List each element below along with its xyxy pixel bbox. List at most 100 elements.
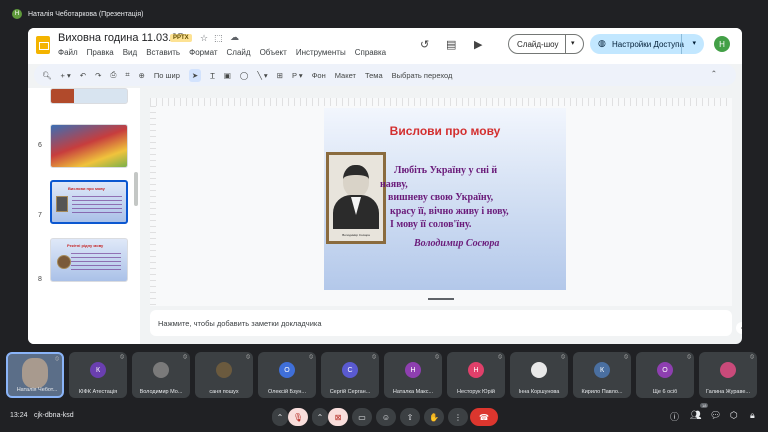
slide-thumb-7[interactable]: Вислови про мову <box>50 180 128 224</box>
select-tool-icon[interactable]: ➤ <box>188 68 202 82</box>
more-options-button[interactable]: ⋮ <box>448 408 468 426</box>
comments-icon[interactable]: ▤ <box>446 38 456 51</box>
theme-button[interactable]: Тема <box>365 71 383 80</box>
paint-icon[interactable]: P ▾ <box>292 71 303 80</box>
camera-off-button[interactable]: ⊠ <box>328 408 348 426</box>
meeting-code: cjk-dbna-ksd <box>34 412 74 419</box>
side-panel-toggle-icon[interactable]: ‹ <box>736 322 742 334</box>
participant-avatar: С <box>342 362 358 378</box>
slideshow-button[interactable]: Слайд-шоу ▾ <box>508 34 584 54</box>
participant-tile[interactable]: ⦸ Володимир Мо... <box>132 352 190 398</box>
share-button[interactable]: ◍ Настройки Доступа ▾ <box>590 34 704 54</box>
menu-slide[interactable]: Слайд <box>227 48 251 57</box>
people-icon[interactable]: 👥︎ <box>690 410 701 421</box>
participant-tile[interactable]: ⦸ Інна Коршунова <box>510 352 568 398</box>
shape-icon[interactable]: ◯ <box>240 71 248 80</box>
participant-name: Сергій Серган... <box>329 389 371 395</box>
cloud-status-icon[interactable]: ☁ <box>230 32 239 43</box>
chevron-down-icon[interactable]: ▾ <box>571 39 575 47</box>
slide-thumb-5[interactable] <box>50 88 128 104</box>
menu-view[interactable]: Вид <box>123 48 137 57</box>
participant-name: Несторук Юрій <box>457 389 495 395</box>
mic-muted-button[interactable]: 🎙︎ <box>288 408 308 426</box>
horizontal-ruler <box>150 98 732 106</box>
participant-tile[interactable]: ⦸ Наталія Чебот... <box>6 352 64 398</box>
search-menus-icon[interactable]: 🔍︎ <box>42 71 52 80</box>
poem-text[interactable]: Любіть Україну у сні й наяву, вишневу св… <box>380 164 564 232</box>
zoom-select[interactable]: По шир <box>154 71 180 80</box>
poem-line: наяву, <box>380 178 408 190</box>
slide-thumb-6[interactable] <box>50 124 128 168</box>
paint-format-icon[interactable]: ⌗ <box>125 70 129 80</box>
share-label: Настройки Доступа <box>612 39 684 49</box>
participant-name: Кирило Павло... <box>581 389 623 395</box>
vertical-ruler <box>150 106 156 306</box>
poem-author[interactable]: Володимир Сосюра <box>414 238 499 249</box>
mic-options-icon[interactable]: ⌃ <box>272 408 288 426</box>
participant-tile[interactable]: О ⦸ Олексій Бзун... <box>258 352 316 398</box>
mic-muted-icon: ⦸ <box>372 354 376 360</box>
info-icon[interactable]: ⓘ <box>670 410 679 423</box>
host-controls-icon[interactable]: 🔒︎ <box>750 410 755 421</box>
menu-insert[interactable]: Вставить <box>146 48 180 57</box>
poem-line: І мову її солов'їну. <box>390 219 472 230</box>
captions-button[interactable]: ▭ <box>352 408 372 426</box>
leave-call-button[interactable]: ☎ <box>470 408 498 426</box>
meet-video-icon[interactable]: ▶ <box>474 38 482 51</box>
participant-name: Олексій Бзун... <box>268 389 306 395</box>
participant-tile[interactable]: С ⦸ Сергій Серган... <box>321 352 379 398</box>
participant-avatar: О <box>279 362 295 378</box>
participant-tile[interactable]: ⦸ Галина Жураве... <box>699 352 757 398</box>
menu-edit[interactable]: Правка <box>87 48 114 57</box>
participant-tile[interactable]: О ⦸ Ще 6 осіб <box>636 352 694 398</box>
participant-tile[interactable]: Н ⦸ Несторук Юрій <box>447 352 505 398</box>
new-slide-icon[interactable]: + ▾ <box>61 71 71 80</box>
notes-resize-handle[interactable] <box>428 298 454 300</box>
mic-muted-icon: ⦸ <box>624 354 628 360</box>
presenter-label: Наталія Чеботаркова (Презентація) <box>28 10 144 18</box>
history-icon[interactable]: ↺ <box>420 38 429 51</box>
chat-icon[interactable]: 💬︎ <box>710 410 721 421</box>
zoom-icon[interactable]: ⊕ <box>139 71 145 80</box>
emoji-button[interactable]: ☺ <box>376 408 396 426</box>
menu-file[interactable]: Файл <box>58 48 78 57</box>
comment-icon[interactable]: ⊞ <box>277 71 283 80</box>
collapse-toolbar-icon[interactable]: ⌃ <box>711 69 717 78</box>
activities-icon[interactable]: ⬡ <box>730 410 738 421</box>
slide-thumb-8[interactable]: Рекітні рідну мову <box>50 238 128 282</box>
layout-button[interactable]: Макет <box>335 71 356 80</box>
redo-icon[interactable]: ↷ <box>95 71 101 80</box>
camera-options-icon[interactable]: ⌃ <box>312 408 328 426</box>
portrait-image[interactable]: Володимир Сосюра <box>326 152 386 244</box>
participant-avatar <box>720 362 736 378</box>
star-icon[interactable]: ☆ <box>200 33 208 44</box>
speaker-notes[interactable]: Нажмите, чтобы добавить заметки докладчи… <box>150 310 732 336</box>
background-button[interactable]: Фон <box>312 71 326 80</box>
move-folder-icon[interactable]: ⬚ <box>214 33 223 44</box>
print-icon[interactable]: ⎙ <box>110 70 116 80</box>
undo-icon[interactable]: ↶ <box>80 71 86 80</box>
transition-button[interactable]: Выбрать переход <box>392 71 453 80</box>
raise-hand-button[interactable]: ✋ <box>424 408 444 426</box>
document-title[interactable]: Виховна година 11.03.25 <box>58 32 184 44</box>
menu-tools[interactable]: Инструменты <box>296 48 346 57</box>
participant-tile[interactable]: К ⦸ КІФК Атестація <box>69 352 127 398</box>
portrait-caption: Володимир Сосюра <box>342 233 370 237</box>
menu-format[interactable]: Формат <box>189 48 217 57</box>
participant-tile[interactable]: Н ⦸ Наталка Макс... <box>384 352 442 398</box>
slides-logo-icon[interactable] <box>36 36 50 54</box>
menu-object[interactable]: Объект <box>260 48 287 57</box>
slide-title[interactable]: Вислови про мову <box>324 124 566 138</box>
image-icon[interactable]: ▣ <box>224 71 231 80</box>
participant-tile[interactable]: К ⦸ Кирило Павло... <box>573 352 631 398</box>
line-icon[interactable]: ╲ ▾ <box>257 71 267 80</box>
text-box-icon[interactable]: T̲ <box>210 71 215 80</box>
menu-help[interactable]: Справка <box>355 48 386 57</box>
participant-strip: ⦸ Наталія Чебот... К ⦸ КІФК Атестація ⦸ Володи… <box>6 352 762 398</box>
filmstrip-scrollbar[interactable] <box>134 172 138 206</box>
participant-tile[interactable]: ⦸ саня пошух <box>195 352 253 398</box>
present-button[interactable]: ⇧ <box>400 408 420 426</box>
current-slide[interactable]: Вислови про мову Володимир Сосюра Любіть… <box>324 108 566 290</box>
chevron-down-icon[interactable]: ▾ <box>692 39 696 47</box>
account-avatar[interactable]: H <box>714 36 730 52</box>
